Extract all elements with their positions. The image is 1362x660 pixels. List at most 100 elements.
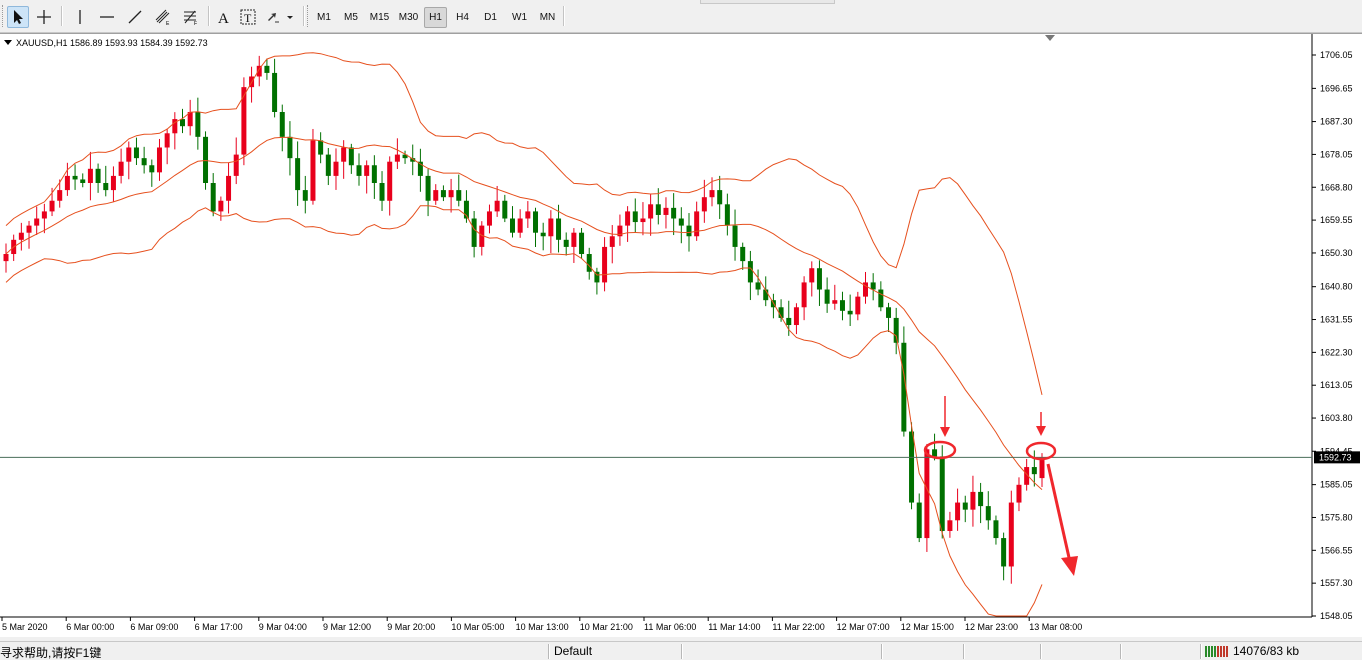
candle-body [264,65,270,73]
candle-body [103,183,109,191]
candle-body [847,310,853,315]
timeframe-h1-button[interactable]: H1 [424,7,447,28]
candle-body [724,204,730,226]
time-axis-label: 9 Mar 04:00 [259,622,307,632]
text-tool-button[interactable]: A [213,6,235,28]
candle-body [149,165,155,173]
candle-body [118,161,124,176]
text-label-button[interactable]: T [237,6,259,28]
candle-body [318,140,324,155]
price-chart[interactable]: 1706.05 1696.65 1687.30 1678.05 1668.80 1659.… [0,34,1362,638]
candle-body [525,211,531,219]
candle-body [394,154,400,162]
timeframe-mn-button[interactable]: MN [535,7,560,28]
candle-body [387,161,393,201]
candle-body [740,246,746,262]
candle-body [218,200,224,212]
time-axis-label: 9 Mar 12:00 [323,622,371,632]
svg-text:A: A [218,11,229,26]
traffic-text: 14076/83 kb [1233,644,1300,658]
candle-body [886,307,892,318]
crosshair-tool-button[interactable] [33,6,55,28]
timeframe-m30-button[interactable]: M30 [395,7,422,28]
candle-body [72,175,78,180]
time-axis-label: 12 Mar 15:00 [901,622,954,632]
candle-body [717,190,723,205]
time-axis-label: 11 Mar 22:00 [772,622,824,632]
timeframe-m15-button[interactable]: M15 [366,7,393,28]
toolbar-separator [563,6,564,26]
candle-body [1008,502,1014,567]
candle-body [701,197,707,212]
candle-body [655,204,661,215]
candle-body [893,317,899,343]
candle-body [141,158,147,166]
price-axis-label: 1566.55 [1320,545,1353,555]
text-a-icon: A [218,11,229,26]
time-axis-label: 6 Mar 09:00 [130,622,178,632]
toolbar-grip[interactable] [2,5,5,27]
candle-body [1039,457,1045,479]
candle-body [195,111,201,137]
down-arrow-2-head[interactable] [1036,426,1046,436]
toolbar-separator [303,6,304,26]
price-axis-label: 1631.55 [1320,315,1353,325]
chart-window[interactable]: XAUUSD,H1 1586.89 1593.93 1584.39 1592.7… [0,33,1362,637]
candle-body [978,491,984,507]
timeframe-m5-button[interactable]: M5 [339,7,363,28]
horizontal-line-button[interactable] [96,6,118,28]
timeframe-w1-button[interactable]: W1 [507,7,532,28]
toolbar-grip[interactable] [307,5,310,27]
price-axis-label: 1548.05 [1320,611,1353,621]
down-arrow-1-head[interactable] [940,427,950,437]
candle-body [556,218,562,240]
fibonacci-button[interactable]: F [180,6,202,28]
candle-body [180,119,186,127]
candle-body [747,261,753,283]
timeframe-h4-button[interactable]: H4 [451,7,474,28]
bollinger-lower-band [5,205,1043,617]
vertical-line-button[interactable] [69,6,91,28]
cursor-tool-button[interactable] [7,6,29,28]
equidistant-channel-button[interactable]: E [152,6,174,28]
trendline-button[interactable] [124,6,146,28]
candle-body [295,158,301,191]
connection-status-icon [1205,646,1228,657]
trend-down-arrow-head[interactable] [1061,556,1078,576]
time-axis-label: 11 Mar 06:00 [644,622,696,632]
candle-body [970,491,976,510]
status-divider [881,644,882,659]
candle-body [226,175,232,201]
candle-body [348,147,354,166]
status-divider [548,644,549,659]
resistance-circle-1[interactable] [923,440,957,460]
candle-body [839,300,845,311]
candle-body [540,232,546,237]
candle-body [49,200,55,212]
candle-body [548,218,554,237]
price-axis-label: 1613.05 [1320,380,1353,390]
candle-body [1001,538,1007,567]
candle-body [824,289,830,304]
price-axis-label: 1575.80 [1320,512,1353,522]
candle-body [586,254,592,272]
trend-down-arrow-shaft[interactable] [1046,463,1072,563]
price-axis-label: 1687.30 [1320,117,1353,127]
candle-body [126,147,132,162]
fibonacci-icon: F [184,10,197,26]
candle-body [80,179,86,184]
timeframe-d1-button[interactable]: D1 [479,7,502,28]
candle-body [3,254,9,262]
arrows-dropdown-button[interactable] [263,6,297,28]
candle-body [678,218,684,226]
svg-text:F: F [194,21,197,26]
candle-body [509,218,515,233]
candle-body [985,506,991,521]
time-axis-label: 9 Mar 20:00 [387,622,435,632]
resistance-circle-2[interactable] [1025,441,1057,461]
timeframe-m1-button[interactable]: M1 [313,7,335,28]
candle-body [939,456,945,531]
price-axis-label: 1678.05 [1320,149,1353,159]
time-axis-label: 5 Mar 2020 [2,622,48,632]
candle-body [341,147,347,162]
